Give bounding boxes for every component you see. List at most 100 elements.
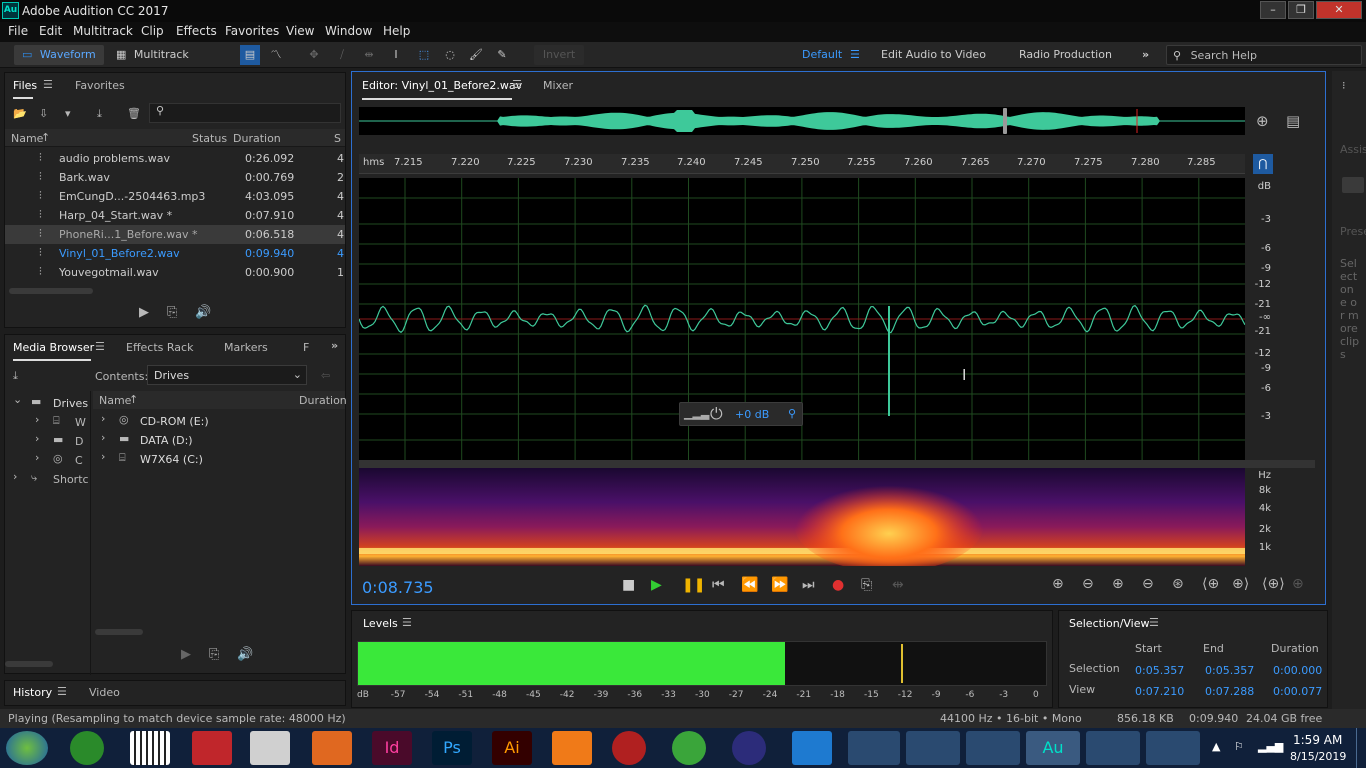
autoplay-icon[interactable]: 🔊 xyxy=(237,647,253,662)
spot-healing-tool-icon[interactable]: ✎ xyxy=(492,45,512,65)
eclipse-icon[interactable] xyxy=(732,731,766,765)
photoshop-icon[interactable]: Ps xyxy=(432,731,472,765)
chevron-right-icon[interactable]: › xyxy=(35,432,39,445)
tab-markers[interactable]: Markers xyxy=(224,341,268,354)
tab-more[interactable]: F xyxy=(303,341,309,354)
horizontal-scrollbar[interactable] xyxy=(95,629,143,635)
panel-menu-icon[interactable]: ☰ xyxy=(43,78,53,91)
chevron-down-icon[interactable]: ⌄ xyxy=(13,393,22,406)
menu-effects[interactable]: Effects xyxy=(176,24,217,38)
overview-waveform[interactable] xyxy=(359,107,1245,135)
contents-dropdown[interactable]: Drives ⌄ xyxy=(147,365,307,385)
horizontal-scrollbar[interactable] xyxy=(9,288,93,294)
panel-divider[interactable] xyxy=(359,460,1315,468)
menu-file[interactable]: File xyxy=(8,24,28,38)
spectral-display-icon[interactable]: ▤ xyxy=(240,45,260,65)
col-name[interactable]: Name xyxy=(11,132,43,145)
pin-icon[interactable]: ⚲ xyxy=(788,407,796,420)
tab-effects-rack[interactable]: Effects Rack xyxy=(126,341,193,354)
drive-cdrom[interactable]: CD-ROM (E:) xyxy=(140,415,209,428)
zoom-selection-icon[interactable]: ⟨⊕ xyxy=(1202,576,1219,592)
zoom-out-amplitude-icon[interactable]: ⊖ xyxy=(1082,576,1094,592)
tab-video[interactable]: Video xyxy=(89,686,120,699)
eye-app-icon[interactable] xyxy=(612,731,646,765)
file-row[interactable]: ⫶ EmCungD...-2504463.mp3 4:03.095 4 xyxy=(5,187,345,206)
invert-button[interactable]: Invert xyxy=(534,45,584,65)
play-icon[interactable]: ▶ xyxy=(139,305,149,320)
sublime-icon[interactable] xyxy=(906,731,960,765)
panel-menu-icon[interactable]: ⁝ xyxy=(1342,79,1346,92)
utorrent-icon[interactable] xyxy=(672,731,706,765)
autoplay-icon[interactable]: 🔊 xyxy=(195,305,211,320)
tab-mixer[interactable]: Mixer xyxy=(543,79,573,92)
col-duration[interactable]: Duration xyxy=(233,132,281,145)
pitch-display-icon[interactable]: 〽 xyxy=(266,45,286,65)
tools-app-icon[interactable] xyxy=(1086,731,1140,765)
tree-drives[interactable]: Drives xyxy=(53,397,88,410)
loop-icon[interactable]: ⎘ xyxy=(167,305,177,320)
file-row[interactable]: ⫶ PhoneRi...1_Before.wav * 0:06.518 4 xyxy=(5,225,345,244)
search-help-field[interactable]: ⚲ Search Help xyxy=(1166,45,1362,65)
toolbox-app-icon[interactable] xyxy=(312,731,352,765)
multitrack-view-button[interactable]: ▦ Multitrack xyxy=(112,45,202,65)
close-file-icon[interactable]: 🗑 xyxy=(127,107,141,120)
hud-volume-value[interactable]: +0 dB xyxy=(735,408,769,421)
loop-playback-icon[interactable]: ⎘ xyxy=(861,577,872,593)
tray-app-icon[interactable] xyxy=(70,731,104,765)
network-icon[interactable]: ⚐ xyxy=(1234,740,1244,753)
menu-window[interactable]: Window xyxy=(325,24,372,38)
volume-hud[interactable]: ▁▂▃ ⏻ +0 dB ⚲ xyxy=(679,402,803,426)
media-player-icon[interactable] xyxy=(192,731,232,765)
menu-favorites[interactable]: Favorites xyxy=(225,24,279,38)
tree-d[interactable]: D xyxy=(75,435,83,448)
vscode-icon[interactable] xyxy=(792,731,832,765)
open-file-icon[interactable]: 📂 xyxy=(13,107,27,120)
tree-c[interactable]: C xyxy=(75,454,83,467)
drive-w7x64[interactable]: W7X64 (C:) xyxy=(140,453,203,466)
snap-magnet-icon[interactable]: ⋂ xyxy=(1253,154,1273,174)
zoom-reset-icon[interactable]: ⊕ xyxy=(1292,576,1304,592)
selection-end[interactable]: 0:05.357 xyxy=(1205,664,1254,677)
clock-date[interactable]: 8/15/2019 xyxy=(1290,750,1346,763)
time-ruler[interactable]: hms 7.215 7.220 7.225 7.230 7.235 7.240 … xyxy=(359,154,1245,174)
menu-multitrack[interactable]: Multitrack xyxy=(73,24,133,38)
panel-menu-icon[interactable]: ☰ xyxy=(402,616,412,629)
chat-bubble-icon[interactable] xyxy=(1342,177,1364,193)
col-status[interactable]: Status xyxy=(192,132,227,145)
tab-favorites[interactable]: Favorites xyxy=(75,79,125,92)
time-selection-tool-icon[interactable]: I xyxy=(386,45,406,65)
col-s[interactable]: S xyxy=(334,132,341,145)
tab-history[interactable]: History xyxy=(13,686,52,699)
zoom-left-edge-icon[interactable]: ⊕⟩ xyxy=(1232,576,1249,592)
signal-icon[interactable]: ▂▄▆ xyxy=(1258,740,1283,753)
horizontal-scrollbar[interactable] xyxy=(5,661,53,667)
col-name[interactable]: Name xyxy=(99,394,131,407)
zoom-in-amplitude-icon[interactable]: ⊕ xyxy=(1052,576,1064,592)
selection-duration[interactable]: 0:00.000 xyxy=(1273,664,1322,677)
workspace-default[interactable]: Default xyxy=(802,45,842,65)
files-search-input[interactable]: ⚲ xyxy=(149,103,341,123)
back-arrow-icon[interactable]: ⇦ xyxy=(321,369,330,382)
more-workspaces-icon[interactable]: » xyxy=(1142,45,1149,65)
marquee-tool-icon[interactable]: ⬚ xyxy=(414,45,434,65)
explorer-icon[interactable] xyxy=(966,731,1020,765)
file-row[interactable]: ⫶ Harp_04_Start.wav * 0:07.910 4 xyxy=(5,206,345,225)
xampp-icon[interactable] xyxy=(552,731,592,765)
tree-shortcuts[interactable]: Shortc xyxy=(53,473,89,486)
new-file-icon[interactable]: ▾ xyxy=(65,107,71,120)
import-file-icon[interactable]: ⇩ xyxy=(39,107,48,120)
workspace-edit-audio-to-video[interactable]: Edit Audio to Video xyxy=(881,45,986,65)
maximize-button[interactable]: ❐ xyxy=(1288,1,1314,19)
tab-files[interactable]: Files xyxy=(13,79,37,92)
menu-view[interactable]: View xyxy=(286,24,314,38)
skip-to-end-icon[interactable]: ⏭ xyxy=(802,577,815,593)
levels-title[interactable]: Levels xyxy=(363,617,398,630)
lasso-tool-icon[interactable]: ◌ xyxy=(440,45,460,65)
file-row[interactable]: ⫶ Youvegotmail.wav 0:00.900 1 xyxy=(5,263,345,282)
zoom-out-time-icon[interactable]: ⊖ xyxy=(1142,576,1154,592)
import-icon[interactable]: ⤓ xyxy=(13,369,18,383)
chevron-right-icon[interactable]: › xyxy=(35,413,39,426)
tab-editor[interactable]: Editor: Vinyl_01_Before2.wav xyxy=(362,79,522,92)
indesign-icon[interactable]: Id xyxy=(372,731,412,765)
record-icon[interactable]: ● xyxy=(832,577,844,593)
